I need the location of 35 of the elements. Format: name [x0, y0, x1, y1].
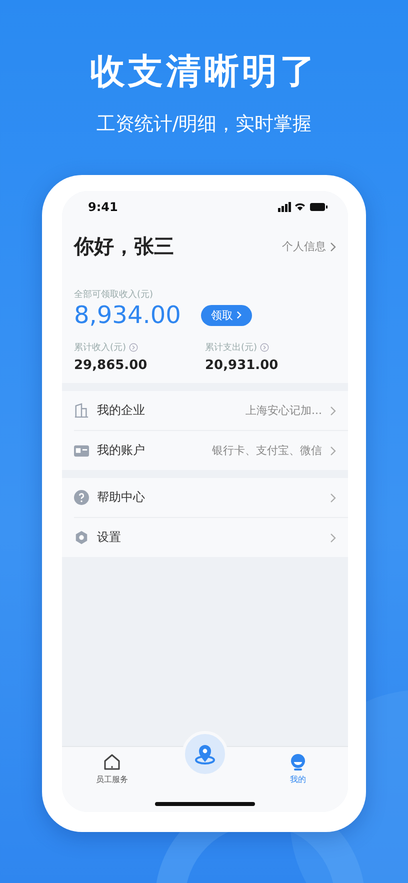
help-icon [74, 490, 89, 505]
chevron-icon [330, 532, 336, 542]
headline: 收支清晰明了 [90, 51, 318, 94]
chevron-icon [330, 406, 336, 416]
chevron-icon [330, 492, 336, 502]
available-amount: 8,934.00 [74, 301, 181, 329]
arrow-circle-icon [129, 343, 138, 352]
chevron-icon [330, 242, 336, 252]
chevron-icon [330, 446, 336, 456]
building-icon [74, 403, 89, 418]
chevron-icon [236, 310, 242, 318]
status-time: 9:41 [88, 200, 118, 214]
stat-value: 29,865.00 [74, 358, 148, 373]
claim-button[interactable]: 领取 [200, 304, 252, 326]
tab[interactable]: 员工服务 [96, 774, 128, 785]
status-icons [278, 202, 328, 212]
settings-icon [74, 530, 89, 545]
location-pin-icon [193, 742, 217, 766]
available-label: 全部可领取收入(元) [74, 288, 154, 301]
greeting: 你好，张三 [74, 233, 174, 260]
stat-value: 20,931.00 [205, 358, 280, 373]
person-icon [289, 753, 307, 771]
id-card-icon [74, 444, 89, 456]
stat-label: 累计支出(元) [205, 342, 258, 354]
menu-value: 上海安心记加... [246, 403, 322, 418]
menu-item[interactable]: 帮助中心 [97, 489, 322, 506]
arrow-circle-icon [260, 343, 270, 352]
menu-item[interactable]: 设置 [97, 529, 322, 546]
home-icon [103, 753, 121, 771]
tab[interactable]: 我的 [290, 774, 306, 785]
subtitle: 工资统计/明细，实时掌握 [96, 112, 312, 137]
menu-item[interactable]: 我的账户 [97, 442, 204, 459]
menu-item[interactable]: 我的企业 [97, 402, 238, 419]
stat-label: 累计收入(元) [74, 342, 126, 354]
menu-value: 银行卡、支付宝、微信 [212, 443, 322, 458]
